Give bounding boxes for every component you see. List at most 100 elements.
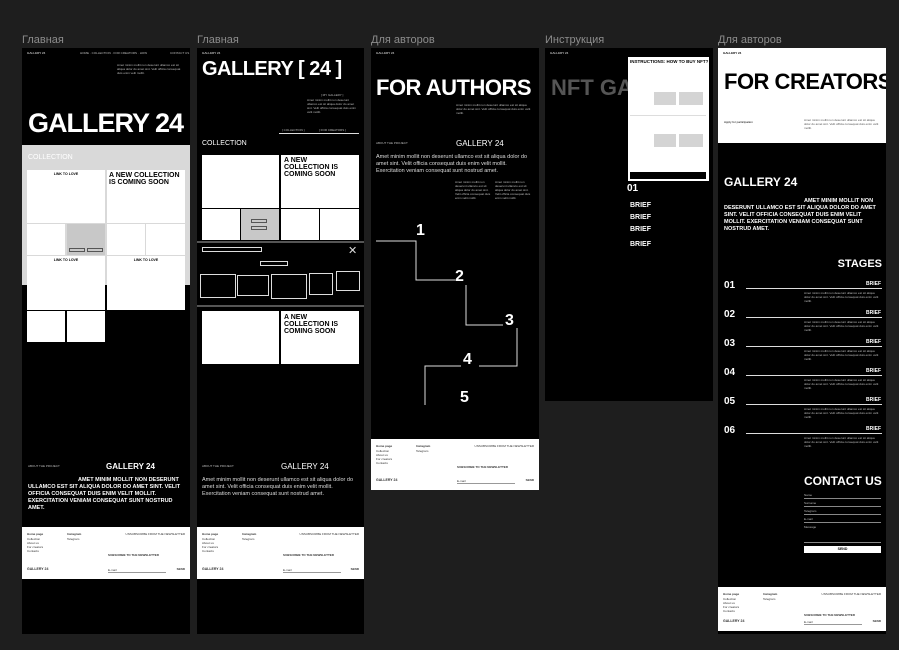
footer-logo: GALLERY 24 <box>202 567 224 571</box>
card-button[interactable] <box>69 248 85 252</box>
close-icon[interactable]: ✕ <box>348 244 357 257</box>
frame-for-creators[interactable]: GALLERY 24 FOR CREATORS Apply for partic… <box>718 48 886 634</box>
sketch-shape <box>200 274 236 298</box>
link-card[interactable]: LINK TO LOVE <box>27 256 105 310</box>
frame-label[interactable]: Главная <box>197 34 239 46</box>
newsletter-send-button[interactable]: SEND <box>873 619 881 623</box>
footer-link[interactable]: Instagram <box>242 532 256 536</box>
item-card[interactable] <box>281 209 319 240</box>
brief-item[interactable]: BRIEF <box>630 241 651 248</box>
unsubscribe-link[interactable]: UNSUBSCRIBE FROM THE NEWSLETTER <box>822 592 881 596</box>
frame-label[interactable]: Инструкция <box>545 34 604 46</box>
item-card[interactable] <box>202 209 240 240</box>
brief-item[interactable]: BRIEF <box>630 214 651 221</box>
instructions-panel[interactable]: INSTRUCTIONS: HOW TO BUY NFT? <box>628 57 709 181</box>
item-card-selected[interactable] <box>241 209 279 240</box>
panel-button[interactable] <box>630 172 706 179</box>
frame-home-2[interactable]: GALLERY 24 GALLERY [ 24 ] [ MY GALLERY ]… <box>197 48 364 634</box>
stage-title[interactable]: BRIEF <box>866 310 881 316</box>
link-card[interactable]: LINK TO LOVE <box>107 256 185 310</box>
brief-item[interactable]: BRIEF <box>630 202 651 209</box>
footer-link[interactable]: Contacts <box>27 549 39 553</box>
about-text: Amet minim mollit non deserunt ullamco e… <box>202 477 354 497</box>
footer-link[interactable]: Telegram <box>67 537 79 541</box>
stage-title[interactable]: BRIEF <box>866 339 881 345</box>
new-collection-card[interactable]: A NEW COLLECTION IS COMING SOON <box>281 155 359 208</box>
footer-link[interactable]: Contacts <box>376 461 388 465</box>
frame-for-authors[interactable]: GALLERY 24 FOR AUTHORS Amet minim mollit… <box>371 48 539 490</box>
logo[interactable]: GALLERY 24 <box>723 51 741 55</box>
frame-instructions[interactable]: GALLERY 24 NFT GA INSTRUCTIONS: HOW TO B… <box>545 48 713 401</box>
stage-title[interactable]: BRIEF <box>866 397 881 403</box>
newsletter-send-button[interactable]: SEND <box>177 567 185 571</box>
collection-link[interactable]: [ COLLECTION ] <box>282 128 305 132</box>
footer-link[interactable]: Contacts <box>202 549 214 553</box>
item-card[interactable] <box>67 311 105 342</box>
send-button[interactable]: SEND <box>804 546 881 553</box>
form-field[interactable]: Surname <box>804 501 881 507</box>
item-card[interactable] <box>146 224 185 255</box>
logo[interactable]: GALLERY 24 <box>550 51 568 55</box>
item-card[interactable] <box>202 155 279 208</box>
new-collection-card[interactable]: A NEW COLLECTION IS COMING SOON <box>281 311 359 364</box>
subscribe-label: SUBSCRIBE TO THE NEWSLETTER <box>283 553 334 557</box>
item-card[interactable] <box>27 224 65 255</box>
footer-link[interactable]: Telegram <box>763 597 775 601</box>
stage-number: 01 <box>724 280 736 291</box>
logo[interactable]: GALLERY 24 <box>202 51 220 55</box>
item-card[interactable] <box>320 209 359 240</box>
unsubscribe-link[interactable]: UNSUBSCRIBE FROM THE NEWSLETTER <box>300 532 359 536</box>
footer-link[interactable]: Telegram <box>416 449 428 453</box>
form-field[interactable]: Telegram <box>804 509 881 515</box>
item-card[interactable] <box>202 311 279 364</box>
panel-title: INSTRUCTIONS: HOW TO BUY NFT? <box>630 59 709 64</box>
footer-link[interactable]: Home page <box>202 532 218 536</box>
newsletter-email-input[interactable]: E-mail <box>108 568 166 573</box>
stage-title[interactable]: BRIEF <box>866 281 881 287</box>
footer-link[interactable]: Home page <box>723 592 739 596</box>
newsletter-send-button[interactable]: SEND <box>526 478 534 482</box>
form-field[interactable]: E-mail <box>804 517 881 523</box>
item-card[interactable] <box>107 224 145 255</box>
my-gallery-link[interactable]: [ MY GALLERY ] <box>321 93 343 97</box>
logo[interactable]: GALLERY 24 <box>27 51 45 55</box>
form-field[interactable]: Name <box>804 493 881 499</box>
brief-item[interactable]: BRIEF <box>630 226 651 233</box>
footer-link[interactable]: Home page <box>27 532 43 536</box>
new-collection-card[interactable]: A NEW COLLECTION IS COMING SOON <box>107 170 185 223</box>
item-card[interactable] <box>27 311 65 342</box>
item-card-selected[interactable] <box>67 224 105 255</box>
card-button[interactable] <box>87 248 103 252</box>
hero-note: Amet minim mollit non deserunt ullamco e… <box>307 98 356 114</box>
newsletter-send-button[interactable]: SEND <box>351 567 359 571</box>
frame-label[interactable]: Для авторов <box>718 34 782 46</box>
newsletter-email-input[interactable]: E-mail <box>283 568 341 573</box>
card-button[interactable] <box>251 219 267 223</box>
creators-link[interactable]: [ FOR CREATORS ] <box>319 128 346 132</box>
nav[interactable]: HOME · COLLECTION · FOR CREATORS · HOW <box>80 51 147 55</box>
footer-link[interactable]: Home page <box>376 444 392 448</box>
stage-title[interactable]: BRIEF <box>866 368 881 374</box>
frame-home-1[interactable]: GALLERY 24 HOME · COLLECTION · FOR CREAT… <box>22 48 190 634</box>
contact-link[interactable]: CONTACT US <box>170 51 189 55</box>
footer-link[interactable]: Contacts <box>723 609 735 613</box>
step-number: 5 <box>460 389 469 406</box>
stage-title[interactable]: BRIEF <box>866 426 881 432</box>
unsubscribe-link[interactable]: UNSUBSCRIBE FROM THE NEWSLETTER <box>126 532 185 536</box>
footer-link[interactable]: Telegram <box>242 537 254 541</box>
newsletter-email-input[interactable]: E-mail <box>804 620 862 625</box>
footer-link[interactable]: Instagram <box>763 592 777 596</box>
card-title: A NEW COLLECTION IS COMING SOON <box>284 157 339 178</box>
frame-label[interactable]: Для авторов <box>371 34 435 46</box>
link-card[interactable]: LINK TO LOVE <box>27 170 105 223</box>
card-button[interactable] <box>251 226 267 230</box>
frame-label[interactable]: Главная <box>22 34 64 46</box>
footer-link[interactable]: Instagram <box>416 444 430 448</box>
divider <box>279 133 359 134</box>
unsubscribe-link[interactable]: UNSUBSCRIBE FROM THE NEWSLETTER <box>475 444 534 448</box>
newsletter-email-input[interactable]: E-mail <box>457 479 515 484</box>
form-field[interactable]: Message <box>804 525 881 543</box>
apply-link[interactable]: Apply for participation <box>724 120 753 124</box>
sketch-shape <box>336 271 360 291</box>
footer-link[interactable]: Instagram <box>67 532 81 536</box>
